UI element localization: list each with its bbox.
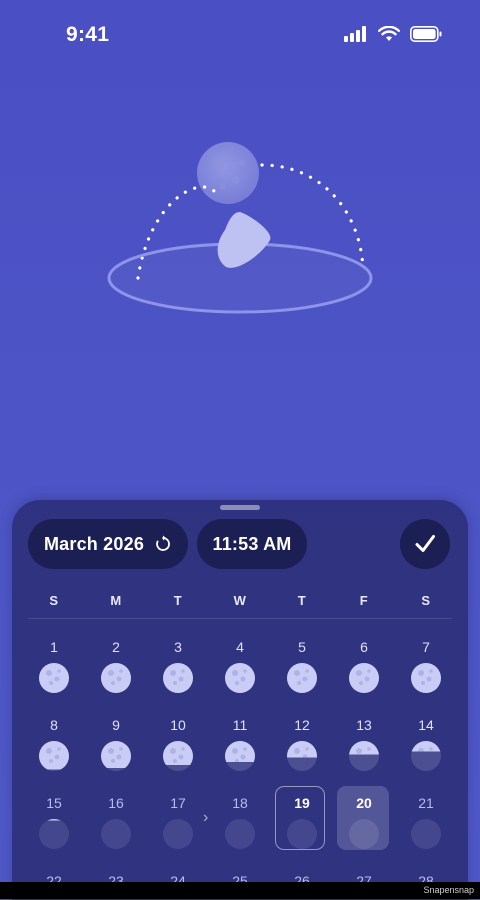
day-number: 17 — [170, 795, 186, 811]
moon-phase-icon — [411, 819, 441, 849]
status-icons — [344, 26, 442, 42]
moon-phase-icon — [101, 741, 131, 771]
calendar-day[interactable]: 7 — [404, 638, 448, 695]
divider — [28, 618, 452, 619]
day-number: 19 — [294, 795, 310, 811]
wifi-icon — [378, 26, 400, 41]
calendar-day[interactable]: 19 — [280, 794, 324, 851]
calendar-day[interactable]: 15 — [32, 794, 76, 851]
confirm-button[interactable] — [400, 519, 450, 569]
weekday-label: S — [421, 593, 431, 608]
day-number: 5 — [298, 639, 306, 655]
day-number: 13 — [356, 717, 372, 733]
calendar-day[interactable]: 11 — [218, 716, 262, 773]
weekday-label: S — [49, 593, 59, 608]
calendar-day[interactable]: 10 — [156, 716, 200, 773]
weekday-header: SMTWTFS — [24, 593, 456, 613]
weekday-label: W — [233, 593, 247, 608]
month-picker-button[interactable]: March 2026 — [28, 519, 188, 569]
day-number: 10 — [170, 717, 186, 733]
sheet-handle[interactable] — [220, 505, 260, 510]
day-number: 2 — [112, 639, 120, 655]
calendar-day[interactable]: 21 — [404, 794, 448, 851]
moon-phase-icon — [225, 663, 255, 693]
calendar-day[interactable]: 5 — [280, 638, 324, 695]
moon-phase-icon — [39, 663, 69, 693]
day-number: 4 — [236, 639, 244, 655]
moon-phase-icon — [101, 819, 131, 849]
moon-phase-icon — [349, 819, 379, 849]
calendar-day[interactable]: 3 — [156, 638, 200, 695]
calendar-day[interactable]: 20 — [342, 794, 386, 851]
weekday-label: M — [110, 593, 122, 608]
moon-phase-icon — [225, 819, 255, 849]
moon-phase-icon — [163, 663, 193, 693]
moon-phase-icon — [349, 663, 379, 693]
moon-phase-icon — [287, 741, 317, 771]
calendar-day[interactable]: 17 — [156, 794, 200, 851]
moon-phase-icon — [349, 741, 379, 771]
day-number: 12 — [294, 717, 310, 733]
day-number: 18 — [232, 795, 248, 811]
time-label: 11:53 AM — [212, 533, 292, 554]
moon-phase-icon — [411, 741, 441, 771]
day-number: 21 — [418, 795, 434, 811]
moon-phase-icon — [39, 819, 69, 849]
moon-phase-icon — [163, 819, 193, 849]
day-number: 11 — [232, 717, 248, 733]
month-label: March 2026 — [43, 533, 145, 554]
calendar-day[interactable]: 18 — [218, 794, 262, 851]
calendar-day[interactable]: 14 — [404, 716, 448, 773]
moon-phase-icon — [101, 663, 131, 693]
day-number: 20 — [356, 795, 372, 811]
time-picker-button[interactable]: 11:53 AM — [197, 519, 307, 569]
moon-icon — [197, 142, 259, 204]
moon-orbit-scene — [107, 142, 373, 314]
day-number: 15 — [46, 795, 62, 811]
calendar-day[interactable]: 9 — [94, 716, 138, 773]
calendar-day[interactable]: 13 — [342, 716, 386, 773]
bottom-bar — [0, 882, 480, 899]
calendar-day[interactable]: 4 — [218, 638, 262, 695]
day-number: 9 — [112, 717, 120, 733]
day-number: 14 — [418, 717, 434, 733]
calendar-day[interactable]: 2 — [94, 638, 138, 695]
calendar-day[interactable]: 16 — [94, 794, 138, 851]
weekday-label: F — [359, 593, 369, 608]
date-picker-sheet: March 2026 11:53 AM SMTWTFS › 1234567891… — [12, 500, 468, 900]
weekday-label: T — [173, 593, 183, 608]
cellular-signal-icon — [344, 26, 366, 42]
battery-icon — [410, 26, 442, 42]
moon-phase-icon — [411, 663, 441, 693]
watermark: Snapensnap — [423, 885, 474, 895]
day-number: 1 — [50, 639, 58, 655]
day-number: 16 — [108, 795, 124, 811]
moon-phase-icon — [287, 819, 317, 849]
calendar-day[interactable]: 8 — [32, 716, 76, 773]
checkmark-icon — [415, 535, 435, 552]
day-number: 8 — [50, 717, 58, 733]
status-time: 9:41 — [66, 23, 110, 46]
calendar-day[interactable]: 1 — [32, 638, 76, 695]
calendar-day[interactable]: 12 — [280, 716, 324, 773]
chevron-right-icon: › — [203, 809, 209, 826]
moon-phase-icon — [287, 663, 317, 693]
day-number: 7 — [422, 639, 430, 655]
moon-phase-icon — [39, 741, 69, 771]
moon-phase-icon — [163, 741, 193, 771]
weekday-label: T — [297, 593, 307, 608]
day-number: 6 — [360, 639, 368, 655]
moon-phase-icon — [225, 741, 255, 771]
status-bar: 9:41 — [0, 0, 480, 70]
reset-icon[interactable] — [154, 535, 172, 553]
day-number: 3 — [174, 639, 182, 655]
calendar-day[interactable]: 6 — [342, 638, 386, 695]
